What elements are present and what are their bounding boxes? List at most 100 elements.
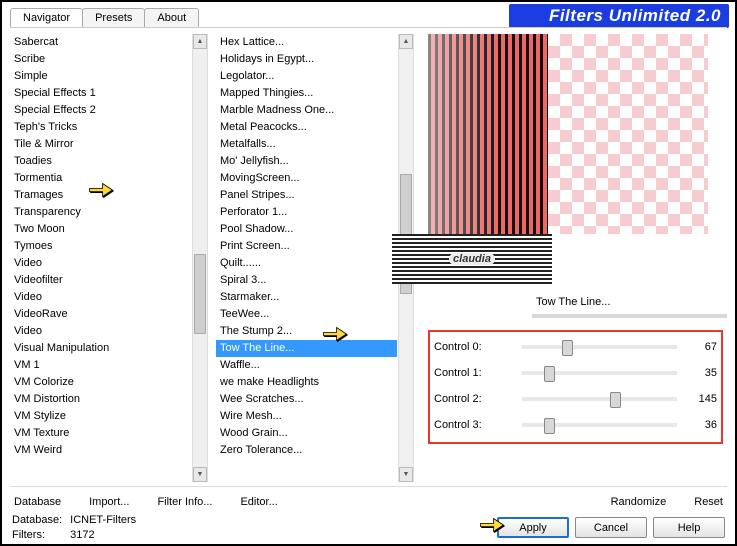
list-item[interactable]: Metal Peacocks... (216, 119, 397, 136)
tab-strip: Navigator Presets About (10, 8, 198, 27)
control-label: Control 2: (434, 393, 514, 405)
watermark: claudia (392, 234, 552, 284)
list-item[interactable]: Marble Madness One... (216, 102, 397, 119)
control-label: Control 0: (434, 341, 514, 353)
import-link[interactable]: Import... (85, 494, 133, 510)
control-row: Control 3: .slider::after{left:var(--p)} 3… (434, 412, 717, 438)
filter-preview (428, 34, 708, 234)
list-item[interactable]: VM Weird (10, 442, 191, 459)
list-item[interactable]: VM Texture (10, 425, 191, 442)
bottom-link-bar: Database Import... Filter Info... Editor… (10, 486, 727, 512)
list-item[interactable]: Spiral 3... (216, 272, 397, 289)
apply-button[interactable]: Apply (497, 517, 569, 538)
control-row: Control 1: .slider::after{left:var(--p)} 3… (434, 360, 717, 386)
list-item[interactable]: VM Colorize (10, 374, 191, 391)
category-scrollbar[interactable]: ▲ ▼ (192, 34, 207, 482)
list-item[interactable]: Wee Scratches... (216, 391, 397, 408)
list-item[interactable]: Waffle... (216, 357, 397, 374)
list-item[interactable]: Simple (10, 68, 191, 85)
list-item[interactable]: TeeWee... (216, 306, 397, 323)
cancel-button[interactable]: Cancel (575, 517, 647, 538)
list-item[interactable]: Holidays in Egypt... (216, 51, 397, 68)
reset-link[interactable]: Reset (690, 494, 727, 510)
app-title: Filters Unlimited 2.0 (509, 4, 729, 28)
list-item[interactable]: Video (10, 323, 191, 340)
list-item[interactable]: Visual Manipulation (10, 340, 191, 357)
filter-list[interactable]: Hex Lattice...Holidays in Egypt...Legola… (216, 34, 397, 482)
list-item[interactable]: MovingScreen... (216, 170, 397, 187)
scroll-up-icon[interactable]: ▲ (399, 34, 413, 49)
tab-presets[interactable]: Presets (82, 8, 145, 27)
randomize-link[interactable]: Randomize (607, 494, 671, 510)
scroll-up-icon[interactable]: ▲ (193, 34, 207, 49)
database-link[interactable]: Database (10, 494, 65, 510)
list-item[interactable]: Special Effects 2 (10, 102, 191, 119)
category-column: SabercatScribeSimpleSpecial Effects 1Spe… (10, 34, 208, 482)
control-slider[interactable]: .slider::after{left:var(--p)} (522, 397, 677, 401)
list-item[interactable]: Mo' Jellyfish... (216, 153, 397, 170)
list-item[interactable]: VideoRave (10, 306, 191, 323)
right-pane: claudia Tow The Line... Control 0:.slide… (422, 34, 727, 482)
top-bar: Navigator Presets About Filters Unlimite… (2, 2, 735, 28)
list-item[interactable]: Teph's Tricks (10, 119, 191, 136)
list-item[interactable]: Metalfalls... (216, 136, 397, 153)
scroll-thumb[interactable] (194, 254, 206, 334)
control-slider[interactable]: .slider::after{left:var(--p)} (522, 371, 677, 375)
controls-panel: Control 0:.slider::after{left:var(--p)}6… (428, 330, 723, 444)
list-item[interactable]: Two Moon (10, 221, 191, 238)
list-item[interactable]: VM Stylize (10, 408, 191, 425)
list-item[interactable]: Tormentia (10, 170, 191, 187)
list-item[interactable]: Wire Mesh... (216, 408, 397, 425)
list-item[interactable]: Tramages (10, 187, 191, 204)
control-value: 36 (685, 419, 717, 431)
list-item[interactable]: Zero Tolerance... (216, 442, 397, 459)
list-item[interactable]: Videofilter (10, 272, 191, 289)
footer: Database:ICNET-Filters Filters:3172 Appl… (10, 512, 727, 540)
tab-navigator[interactable]: Navigator (10, 8, 83, 27)
tab-about[interactable]: About (144, 8, 199, 27)
dialog-button-row: Apply Cancel Help (497, 517, 725, 538)
list-item[interactable]: Mapped Thingies... (216, 85, 397, 102)
list-item[interactable]: Print Screen... (216, 238, 397, 255)
list-item[interactable]: Perforator 1... (216, 204, 397, 221)
main-area: SabercatScribeSimpleSpecial Effects 1Spe… (10, 34, 727, 482)
list-item[interactable]: Scribe (10, 51, 191, 68)
category-list[interactable]: SabercatScribeSimpleSpecial Effects 1Spe… (10, 34, 191, 482)
control-row: Control 2: .slider::after{left:var(--p)} 1… (434, 386, 717, 412)
list-item[interactable]: Toadies (10, 153, 191, 170)
list-item[interactable]: Pool Shadow... (216, 221, 397, 238)
control-row: Control 0: .slider::after{left:var(--p)} 6… (434, 334, 717, 360)
list-item[interactable]: Tow The Line... (216, 340, 397, 357)
list-item[interactable]: Panel Stripes... (216, 187, 397, 204)
list-item[interactable]: Hex Lattice... (216, 34, 397, 51)
control-label: Control 1: (434, 367, 514, 379)
list-item[interactable]: VM Distortion (10, 391, 191, 408)
control-value: 67 (685, 341, 717, 353)
control-slider[interactable]: .slider::after{left:var(--p)} (522, 345, 677, 349)
list-item[interactable]: Video (10, 289, 191, 306)
list-item[interactable]: Legolator... (216, 68, 397, 85)
list-item[interactable]: Starmaker... (216, 289, 397, 306)
scroll-down-icon[interactable]: ▼ (193, 467, 207, 482)
filter-column: Hex Lattice...Holidays in Egypt...Legola… (216, 34, 414, 482)
control-label: Control 3: (434, 419, 514, 431)
list-item[interactable]: Quilt...... (216, 255, 397, 272)
control-slider[interactable]: .slider::after{left:var(--p)} (522, 423, 677, 427)
list-item[interactable]: Transparency (10, 204, 191, 221)
list-item[interactable]: Video (10, 255, 191, 272)
list-item[interactable]: Sabercat (10, 34, 191, 51)
selected-filter-label: Tow The Line... (532, 294, 727, 318)
list-item[interactable]: Special Effects 1 (10, 85, 191, 102)
list-item[interactable]: Wood Grain... (216, 425, 397, 442)
list-item[interactable]: Tymoes (10, 238, 191, 255)
control-value: 145 (685, 393, 717, 405)
control-value: 35 (685, 367, 717, 379)
list-item[interactable]: VM 1 (10, 357, 191, 374)
list-item[interactable]: Tile & Mirror (10, 136, 191, 153)
editor-link[interactable]: Editor... (236, 494, 281, 510)
list-item[interactable]: The Stump 2... (216, 323, 397, 340)
help-button[interactable]: Help (653, 517, 725, 538)
list-item[interactable]: we make Headlights (216, 374, 397, 391)
scroll-down-icon[interactable]: ▼ (399, 467, 413, 482)
filter-info-link[interactable]: Filter Info... (153, 494, 216, 510)
